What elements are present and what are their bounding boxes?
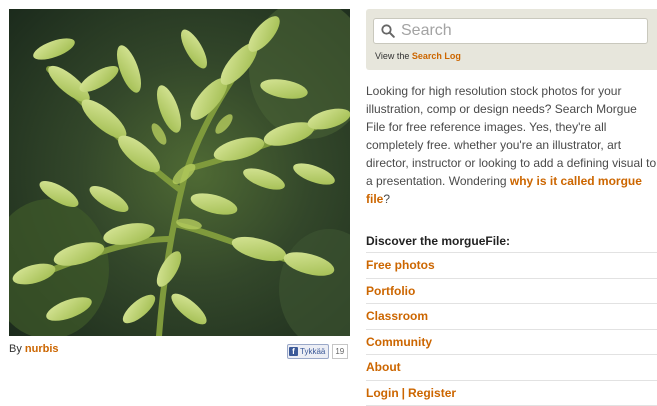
nav-item-community: Community (366, 330, 657, 356)
free-photos-link[interactable]: Free photos (366, 258, 435, 272)
search-input[interactable] (401, 22, 641, 40)
search-log-link[interactable]: Search Log (412, 51, 461, 61)
search-log-prefix: View the (375, 51, 409, 61)
search-icon (381, 24, 395, 38)
cedar-branch-image (9, 9, 350, 336)
intro-text: Looking for high resolution stock photos… (366, 84, 656, 188)
intro-paragraph: Looking for high resolution stock photos… (366, 82, 657, 208)
search-log-line: View the Search Log (375, 51, 461, 61)
facebook-icon: f (289, 347, 298, 356)
like-label: Tykkää (300, 347, 325, 356)
nav-item-classroom: Classroom (366, 304, 657, 330)
search-panel: View the Search Log (366, 9, 657, 70)
photo-credit: By nurbis (9, 343, 59, 355)
nav-item-free-photos: Free photos (366, 253, 657, 279)
search-box[interactable] (373, 18, 648, 44)
credit-prefix: By (9, 343, 22, 355)
discover-nav: Free photos Portfolio Classroom Communit… (366, 252, 657, 406)
author-link[interactable]: nurbis (25, 343, 59, 355)
like-count: 19 (332, 344, 348, 359)
facebook-like-button[interactable]: f Tykkää (287, 344, 329, 359)
featured-photo[interactable] (9, 9, 350, 336)
nav-item-about: About (366, 355, 657, 381)
intro-suffix: ? (383, 192, 390, 206)
nav-item-login-register: Login|Register (366, 381, 657, 406)
community-link[interactable]: Community (366, 335, 432, 349)
discover-heading: Discover the morgueFile: (366, 234, 510, 248)
about-link[interactable]: About (366, 360, 401, 374)
classroom-link[interactable]: Classroom (366, 309, 428, 323)
facebook-like-widget: f Tykkää 19 (287, 345, 348, 358)
nav-item-portfolio: Portfolio (366, 279, 657, 305)
portfolio-link[interactable]: Portfolio (366, 284, 415, 298)
